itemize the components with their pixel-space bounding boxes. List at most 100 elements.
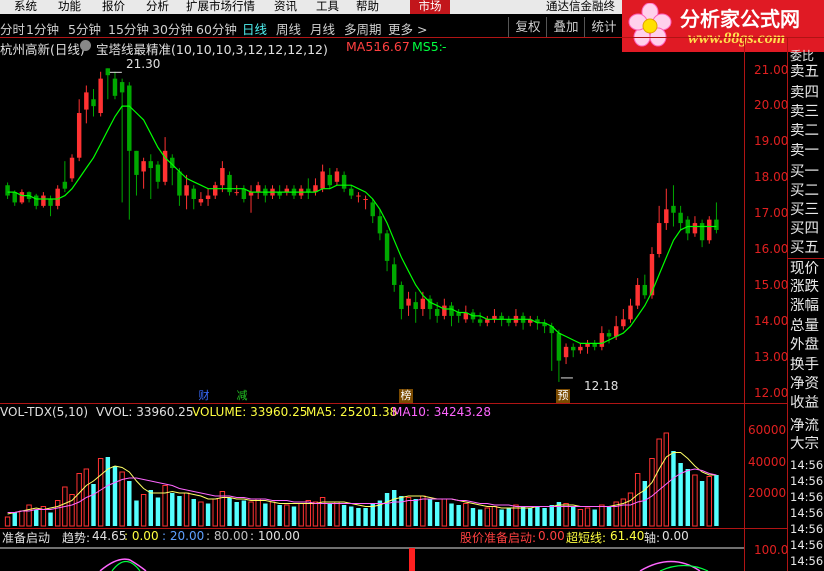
stat-net-assets: 净资 bbox=[790, 376, 819, 392]
volume-bar bbox=[177, 496, 182, 526]
event-marker-reduce[interactable]: 减 bbox=[235, 389, 249, 403]
short-value: 61.40 bbox=[610, 529, 645, 543]
volume-bar bbox=[663, 432, 670, 527]
event-marker-ranking[interactable]: 榜 bbox=[399, 389, 413, 403]
candle-body bbox=[105, 68, 111, 76]
volume-bar bbox=[341, 505, 347, 526]
candle-body bbox=[621, 319, 626, 327]
volume-bar bbox=[127, 481, 132, 526]
volume-bar bbox=[413, 499, 418, 526]
order-book-buy-1: 买一 bbox=[790, 164, 819, 180]
candle-body bbox=[370, 202, 375, 217]
volume-bar bbox=[227, 497, 232, 526]
volume-bar bbox=[699, 481, 705, 526]
volume-bar bbox=[212, 498, 218, 527]
stat-volume: 总量 bbox=[790, 318, 819, 334]
candle-body bbox=[177, 171, 182, 196]
candle-body bbox=[392, 264, 397, 285]
volume-bar bbox=[384, 493, 390, 526]
order-book-sell-5: 卖五 bbox=[790, 64, 819, 80]
volume-bar bbox=[162, 485, 168, 527]
volume-bar bbox=[542, 508, 547, 526]
order-book-buy-3: 买三 bbox=[790, 202, 819, 218]
candle-body bbox=[184, 185, 189, 196]
candle-body bbox=[613, 326, 619, 337]
price-axis-label: 13.00 bbox=[754, 350, 789, 364]
candle-body bbox=[213, 185, 218, 196]
candle-body bbox=[334, 171, 340, 182]
tick-time: 14:56 bbox=[790, 522, 824, 536]
event-marker-financial[interactable]: 财 bbox=[197, 389, 211, 403]
candle-body bbox=[62, 181, 68, 189]
volume-bar bbox=[134, 500, 139, 526]
volume-bar bbox=[305, 500, 312, 527]
volume-bar bbox=[48, 512, 53, 526]
indicator-header: 准备启动 趋势: 44.65 : 0.00 : 20.00 : 80.00 : … bbox=[0, 529, 744, 545]
candle-body bbox=[112, 78, 118, 96]
volume-bar bbox=[714, 475, 719, 526]
volume-bar bbox=[441, 498, 448, 527]
volume-bar bbox=[356, 508, 361, 526]
volume-bar bbox=[191, 499, 196, 526]
volume-bar bbox=[477, 509, 483, 526]
indicator-curve bbox=[659, 564, 709, 571]
panel-divider bbox=[788, 258, 824, 259]
vvol-value: VVOL: 33960.25 bbox=[96, 405, 194, 419]
volume-bar bbox=[198, 501, 204, 527]
volume-bar bbox=[363, 508, 368, 526]
event-marker-forecast[interactable]: 预 bbox=[556, 389, 570, 403]
tick-time: 14:56 bbox=[790, 474, 824, 488]
volume-ma10-value: MA10: 34243.28 bbox=[392, 405, 491, 419]
tick-time: 14:56 bbox=[790, 458, 824, 472]
volume-bar bbox=[148, 490, 153, 526]
volume-bar bbox=[571, 506, 576, 526]
price-axis-label: 16.00 bbox=[754, 242, 789, 256]
volume-bar bbox=[634, 473, 641, 527]
indicator-signal-bar bbox=[409, 548, 415, 571]
candlestick-chart[interactable] bbox=[0, 0, 824, 571]
stat-earnings: 收益 bbox=[790, 395, 819, 411]
volume-bar bbox=[183, 492, 190, 527]
volume-bar bbox=[463, 503, 469, 527]
candle-body bbox=[384, 233, 390, 261]
start-value: 0.00 bbox=[538, 529, 565, 543]
volume-ma5-value: MA5: 25201.38 bbox=[306, 405, 398, 419]
short-label: 超短线: bbox=[566, 531, 607, 545]
candle-body bbox=[628, 305, 633, 320]
volume-bar bbox=[520, 506, 526, 526]
volume-header: VOL-TDX(5,10) VVOL: 33960.25 VOLUME: 339… bbox=[0, 405, 744, 421]
candle-body bbox=[34, 195, 39, 206]
tick-time: 14:56 bbox=[790, 538, 824, 552]
volume-bar bbox=[263, 503, 268, 526]
candle-body bbox=[148, 161, 153, 169]
volume-bar bbox=[499, 509, 504, 526]
volume-bar bbox=[170, 493, 175, 526]
volume-indicator-name[interactable]: VOL-TDX(5,10) bbox=[0, 405, 88, 419]
indicator-name[interactable]: 准备启动 bbox=[2, 529, 50, 546]
volume-bar bbox=[427, 499, 433, 526]
candle-body bbox=[48, 198, 53, 206]
candle-body bbox=[714, 219, 719, 230]
volume-bar bbox=[205, 503, 211, 526]
volume-bar bbox=[449, 503, 454, 526]
candle-body bbox=[349, 188, 354, 196]
candle-body bbox=[399, 284, 404, 310]
stat-net-flow: 净流 bbox=[790, 418, 819, 434]
volume-bar bbox=[327, 503, 332, 526]
price-axis-label: 12.00 bbox=[754, 386, 789, 400]
candle-body bbox=[341, 174, 347, 189]
stat-turnover: 换手 bbox=[790, 357, 819, 373]
volume-bar bbox=[420, 495, 426, 527]
order-book-sell-1: 卖一 bbox=[790, 143, 819, 159]
volume-bar bbox=[584, 507, 591, 527]
candle-body bbox=[656, 223, 662, 255]
candle-body bbox=[363, 198, 368, 200]
candle-body bbox=[19, 192, 25, 203]
trend-value: 44.65 bbox=[92, 529, 127, 543]
candle-body bbox=[413, 302, 418, 310]
volume-bar bbox=[19, 510, 25, 527]
candle-body bbox=[377, 216, 383, 234]
low-annotation: 12.18 bbox=[584, 379, 619, 393]
candle-body bbox=[578, 346, 583, 351]
candle-body bbox=[635, 284, 640, 306]
